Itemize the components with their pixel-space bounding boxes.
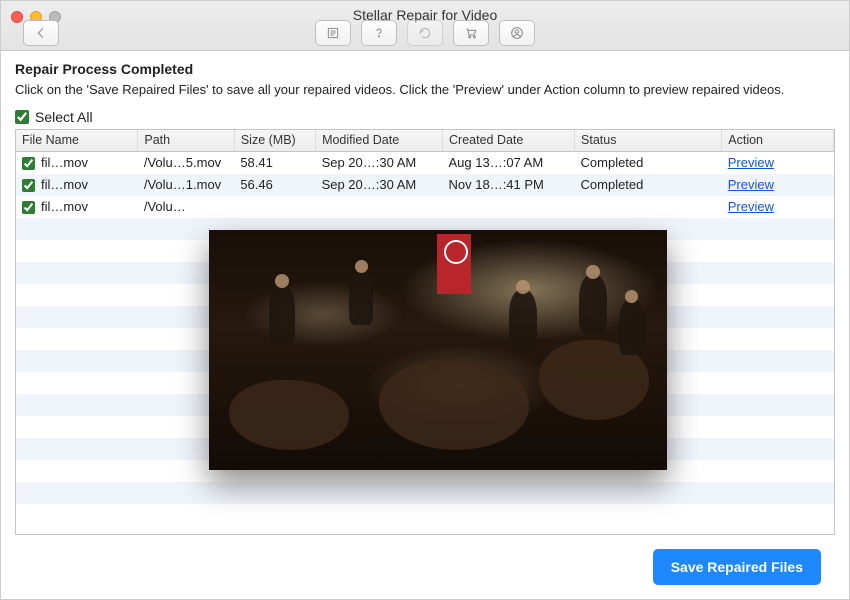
log-icon-button[interactable] bbox=[315, 20, 351, 46]
cell-status bbox=[575, 196, 722, 218]
cell-status: Completed bbox=[575, 174, 722, 196]
help-icon bbox=[371, 25, 387, 41]
cell-modified bbox=[316, 196, 443, 218]
table-row[interactable]: fil…mov /Volu…1.mov 56.46 Sep 20…:30 AM … bbox=[16, 174, 834, 196]
col-action[interactable]: Action bbox=[722, 130, 834, 152]
row-checkbox[interactable] bbox=[22, 157, 35, 170]
table-row-blank bbox=[16, 482, 834, 504]
video-preview-popover[interactable] bbox=[209, 230, 667, 470]
refresh-button[interactable] bbox=[407, 20, 443, 46]
app-window: Stellar Repair for Video Repa bbox=[0, 0, 850, 600]
cell-modified: Sep 20…:30 AM bbox=[316, 174, 443, 196]
table-row[interactable]: fil…mov /Volu… Preview bbox=[16, 196, 834, 218]
cart-icon bbox=[463, 25, 479, 41]
select-all-label: Select All bbox=[35, 109, 93, 125]
cell-modified: Sep 20…:30 AM bbox=[316, 152, 443, 174]
cell-filename: fil…mov bbox=[41, 199, 88, 214]
select-all-row[interactable]: Select All bbox=[15, 109, 835, 125]
video-thumbnail-image bbox=[209, 230, 667, 470]
page-heading: Repair Process Completed bbox=[15, 61, 835, 77]
cell-size bbox=[234, 196, 315, 218]
toolbar bbox=[1, 20, 849, 46]
select-all-checkbox[interactable] bbox=[15, 110, 29, 124]
account-button[interactable] bbox=[499, 20, 535, 46]
preview-link[interactable]: Preview bbox=[728, 155, 774, 170]
cell-size: 58.41 bbox=[234, 152, 315, 174]
cell-filename: fil…mov bbox=[41, 155, 88, 170]
footer: Save Repaired Files bbox=[15, 535, 835, 599]
table-header-row: File Name Path Size (MB) Modified Date C… bbox=[16, 130, 834, 152]
table-row[interactable]: fil…mov /Volu…5.mov 58.41 Sep 20…:30 AM … bbox=[16, 152, 834, 174]
cell-filename: fil…mov bbox=[41, 177, 88, 192]
user-icon bbox=[509, 25, 525, 41]
col-status[interactable]: Status bbox=[575, 130, 722, 152]
cell-size: 56.46 bbox=[234, 174, 315, 196]
cell-path: /Volu…5.mov bbox=[138, 152, 234, 174]
preview-link[interactable]: Preview bbox=[728, 177, 774, 192]
cell-path: /Volu… bbox=[138, 196, 234, 218]
cell-status: Completed bbox=[575, 152, 722, 174]
cell-created bbox=[443, 196, 575, 218]
col-path[interactable]: Path bbox=[138, 130, 234, 152]
save-repaired-files-button[interactable]: Save Repaired Files bbox=[653, 549, 821, 585]
row-checkbox[interactable] bbox=[22, 179, 35, 192]
refresh-icon bbox=[417, 25, 433, 41]
buy-button[interactable] bbox=[453, 20, 489, 46]
row-checkbox[interactable] bbox=[22, 201, 35, 214]
preview-link[interactable]: Preview bbox=[728, 199, 774, 214]
col-created[interactable]: Created Date bbox=[443, 130, 575, 152]
cell-created: Nov 18…:41 PM bbox=[443, 174, 575, 196]
col-filename[interactable]: File Name bbox=[16, 130, 138, 152]
col-size[interactable]: Size (MB) bbox=[234, 130, 315, 152]
page-subtext: Click on the 'Save Repaired Files' to sa… bbox=[15, 81, 835, 99]
titlebar: Stellar Repair for Video bbox=[1, 1, 849, 51]
col-modified[interactable]: Modified Date bbox=[316, 130, 443, 152]
list-icon bbox=[325, 25, 341, 41]
help-button[interactable] bbox=[361, 20, 397, 46]
cell-created: Aug 13…:07 AM bbox=[443, 152, 575, 174]
cell-path: /Volu…1.mov bbox=[138, 174, 234, 196]
